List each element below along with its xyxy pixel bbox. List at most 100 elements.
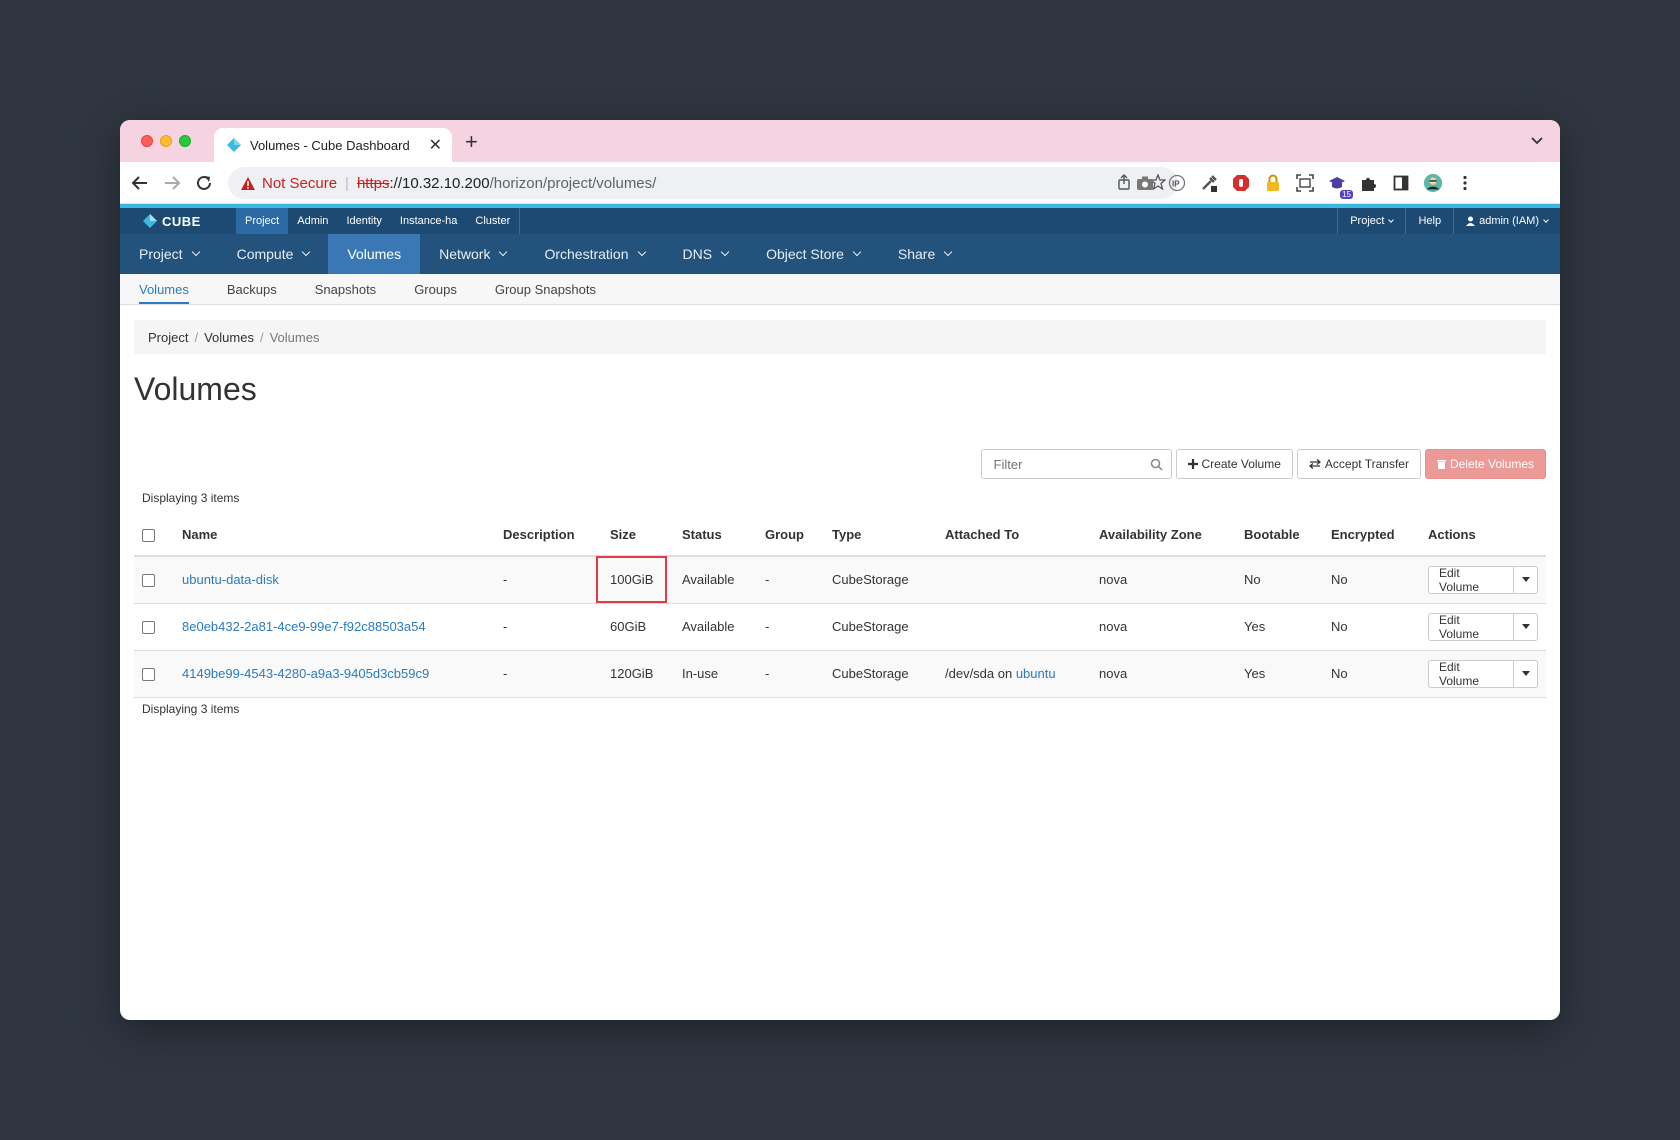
browser-tab[interactable]: Volumes - Cube Dashboard ✕ bbox=[214, 128, 452, 162]
puzzle-extensions-icon[interactable] bbox=[1359, 173, 1379, 193]
col-encrypted[interactable]: Encrypted bbox=[1323, 513, 1420, 557]
chevron-down-icon bbox=[191, 247, 200, 257]
password-lock-icon[interactable] bbox=[1263, 173, 1283, 193]
subnav-snapshots[interactable]: Snapshots bbox=[315, 274, 376, 304]
delete-volumes-label: Delete Volumes bbox=[1449, 457, 1534, 471]
table-row: 4149be99-4543-4280-a9a3-9405d3cb59c9 - 1… bbox=[134, 650, 1546, 698]
cube-logo-icon bbox=[143, 214, 157, 228]
top-tab-project[interactable]: Project bbox=[236, 208, 289, 234]
col-size[interactable]: Size bbox=[602, 513, 674, 557]
horizon-topbar: CUBE Project Admin Identity Instance-ha … bbox=[120, 208, 1560, 234]
chevron-down-icon bbox=[1388, 217, 1395, 223]
new-tab-button[interactable]: + bbox=[465, 129, 478, 155]
help-label: Help bbox=[1418, 215, 1442, 227]
user-dropdown[interactable]: admin (IAM) bbox=[1453, 208, 1560, 234]
not-secure-label[interactable]: Not Secure bbox=[262, 175, 337, 192]
nav-project[interactable]: Project bbox=[120, 234, 218, 274]
screenshot-frame-icon[interactable] bbox=[1295, 173, 1315, 193]
breadcrumb-project[interactable]: Project bbox=[148, 330, 188, 345]
user-dropdown-label: admin (IAM) bbox=[1479, 215, 1539, 227]
col-name[interactable]: Name bbox=[174, 513, 495, 557]
extension-badge-count: 15 bbox=[1340, 190, 1353, 199]
volumes-table: Name Description Size Status Group Type … bbox=[134, 513, 1546, 698]
browser-menu-icon[interactable] bbox=[1455, 173, 1475, 193]
create-volume-button[interactable]: Create Volume bbox=[1175, 449, 1293, 479]
subnav-groups[interactable]: Groups bbox=[414, 274, 457, 304]
subnav-backups[interactable]: Backups bbox=[227, 274, 277, 304]
nav-compute[interactable]: Compute bbox=[218, 234, 329, 274]
forward-button[interactable] bbox=[156, 167, 188, 199]
status-cell: Available bbox=[674, 556, 757, 604]
project-dropdown[interactable]: Project bbox=[1337, 208, 1405, 234]
minimize-window-button[interactable] bbox=[160, 135, 172, 147]
volume-name-link[interactable]: ubuntu-data-disk bbox=[182, 572, 279, 587]
attached-to-cell bbox=[937, 603, 1091, 651]
volume-name-link[interactable]: 4149be99-4543-4280-a9a3-9405d3cb59c9 bbox=[182, 666, 429, 681]
side-panel-icon[interactable] bbox=[1391, 173, 1411, 193]
nav-object-store[interactable]: Object Store bbox=[747, 234, 879, 274]
nav-orchestration-label: Orchestration bbox=[544, 246, 629, 262]
extensions-bar: IP 15 bbox=[1135, 173, 1475, 199]
reload-button[interactable] bbox=[188, 167, 220, 199]
help-link[interactable]: Help bbox=[1405, 208, 1453, 234]
maximize-window-button[interactable] bbox=[179, 135, 191, 147]
subnav-volumes[interactable]: Volumes bbox=[139, 274, 189, 304]
row-actions-dropdown[interactable] bbox=[1514, 659, 1538, 688]
nav-orchestration[interactable]: Orchestration bbox=[525, 234, 663, 274]
edit-volume-button[interactable]: Edit Volume bbox=[1428, 659, 1515, 688]
row-actions-dropdown[interactable] bbox=[1514, 565, 1538, 594]
camera-icon[interactable] bbox=[1135, 173, 1155, 193]
chevron-down-icon bbox=[637, 247, 646, 257]
actions-cell: Edit Volume bbox=[1420, 556, 1546, 604]
nav-dns[interactable]: DNS bbox=[664, 234, 748, 274]
eyedropper-icon[interactable] bbox=[1199, 173, 1219, 193]
breadcrumb-volumes[interactable]: Volumes bbox=[204, 330, 254, 345]
row-actions-dropdown[interactable] bbox=[1514, 612, 1538, 641]
col-attached-to[interactable]: Attached To bbox=[937, 513, 1091, 557]
row-checkbox[interactable] bbox=[142, 621, 155, 635]
share-icon[interactable] bbox=[1116, 174, 1132, 190]
subnav-group-snapshots[interactable]: Group Snapshots bbox=[495, 274, 596, 304]
top-tab-cluster[interactable]: Cluster bbox=[466, 208, 519, 234]
address-bar[interactable]: Not Secure | https ://10.32.10.200 /hori… bbox=[228, 167, 1178, 199]
nav-share[interactable]: Share bbox=[879, 234, 970, 274]
col-bootable[interactable]: Bootable bbox=[1236, 513, 1323, 557]
attached-to-cell bbox=[937, 556, 1091, 604]
row-checkbox[interactable] bbox=[142, 574, 155, 588]
reload-icon bbox=[197, 175, 211, 190]
tab-search-chevron-icon[interactable] bbox=[1530, 133, 1544, 147]
row-checkbox[interactable] bbox=[142, 668, 155, 682]
col-status[interactable]: Status bbox=[674, 513, 757, 557]
col-availability-zone[interactable]: Availability Zone bbox=[1091, 513, 1236, 557]
col-description[interactable]: Description bbox=[495, 513, 602, 557]
project-dropdown-label: Project bbox=[1350, 215, 1385, 227]
top-tab-admin[interactable]: Admin bbox=[288, 208, 337, 234]
encrypted-cell: No bbox=[1323, 556, 1420, 604]
ip-extension-icon[interactable]: IP bbox=[1167, 173, 1187, 193]
profile-avatar-icon[interactable] bbox=[1423, 173, 1443, 193]
top-tab-identity[interactable]: Identity bbox=[337, 208, 390, 234]
select-all-checkbox[interactable] bbox=[142, 528, 155, 542]
size-cell: 100GiB bbox=[595, 556, 674, 604]
tab-close-icon[interactable]: ✕ bbox=[429, 135, 442, 155]
attached-instance-link[interactable]: ubuntu bbox=[1016, 666, 1056, 681]
bootable-cell: No bbox=[1236, 556, 1323, 604]
volume-name-link[interactable]: 8e0eb432-2a81-4ce9-99e7-f92c88503a54 bbox=[182, 619, 426, 634]
top-tab-instance-ha[interactable]: Instance-ha bbox=[391, 208, 466, 234]
accept-transfer-button[interactable]: Accept Transfer bbox=[1296, 449, 1421, 479]
edit-volume-button[interactable]: Edit Volume bbox=[1428, 565, 1515, 594]
nav-volumes[interactable]: Volumes bbox=[328, 234, 421, 274]
badge-extension-icon[interactable]: 15 bbox=[1327, 173, 1353, 199]
bootable-cell: Yes bbox=[1236, 603, 1323, 651]
col-type[interactable]: Type bbox=[824, 513, 937, 557]
search-icon[interactable] bbox=[1150, 458, 1163, 471]
adblock-icon[interactable] bbox=[1231, 173, 1251, 193]
delete-volumes-button[interactable]: Delete Volumes bbox=[1424, 449, 1546, 479]
col-group[interactable]: Group bbox=[757, 513, 824, 557]
edit-volume-button[interactable]: Edit Volume bbox=[1428, 612, 1515, 641]
cube-logo[interactable]: CUBE bbox=[142, 213, 236, 229]
nav-network[interactable]: Network bbox=[420, 234, 525, 274]
filter-input[interactable] bbox=[993, 456, 1144, 472]
back-button[interactable] bbox=[124, 167, 156, 199]
close-window-button[interactable] bbox=[141, 135, 153, 147]
